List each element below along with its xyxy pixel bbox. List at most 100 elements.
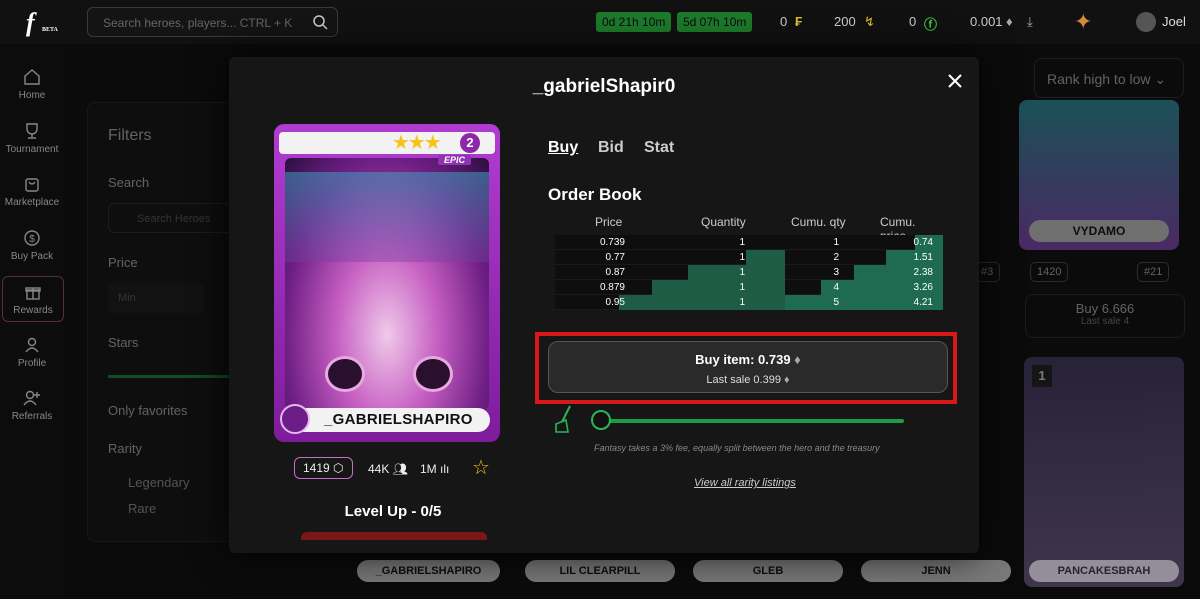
fan-token-icon: ⓕ [924, 17, 938, 32]
logo[interactable]: f BETA [26, 8, 58, 38]
views-value: 1M [420, 462, 437, 476]
min-price-input[interactable]: Min [108, 283, 204, 313]
tab-buy[interactable]: Buy [548, 139, 578, 157]
order-book-cell: 1 [739, 267, 745, 278]
column-header: Cumu. qty [791, 215, 846, 229]
favorites-label: Only favorites [108, 403, 188, 418]
sort-dropdown[interactable]: Rank high to low ⌄ [1034, 58, 1184, 98]
fragments-count: 0 [780, 14, 788, 29]
hero-last-sale: Last sale 4 [1080, 316, 1130, 327]
views-stat: 1M ılı [420, 462, 449, 476]
card-stats: 1419 ⬡ 44K 👥︎ 1M ılı ☆ [294, 457, 494, 481]
hero-buy-button[interactable]: Buy 6.666 Last sale 4 [1025, 294, 1185, 338]
level-up-label: Level Up - 0/5 [344, 503, 442, 520]
sort-label: Rank high to low [1047, 71, 1151, 87]
search-placeholder: Search heroes, players... CTRL + K [103, 16, 293, 30]
timer-badge: 0d 21h 10m [596, 12, 672, 32]
price-label: Price [108, 255, 138, 270]
portrait-eye [413, 356, 453, 392]
order-book-cell: 3.26 [913, 282, 933, 293]
depth-bar [619, 295, 785, 310]
rarity-option[interactable]: Legendary [128, 475, 189, 490]
gift-icon [25, 287, 41, 300]
favorite-star-icon[interactable]: ☆ [472, 457, 490, 479]
search-icon[interactable] [312, 14, 328, 30]
order-book-cell: 1 [739, 237, 745, 248]
buy-item-label: Buy item: 0.739 ♦ [549, 352, 947, 367]
avatar[interactable] [1136, 12, 1156, 32]
trophy-icon [26, 123, 38, 139]
home-icon [24, 69, 40, 85]
card-name: _GABRIELSHAPIRO [324, 411, 473, 428]
close-icon[interactable] [947, 73, 963, 89]
hero-buy-label: Buy 6.666 [1075, 301, 1135, 316]
stars-slider[interactable] [108, 375, 238, 378]
depth-bar [688, 265, 785, 280]
username[interactable]: Joel [1162, 14, 1186, 29]
hexagon-icon: ⬡ [333, 461, 344, 475]
order-book-cell: 1 [833, 237, 839, 248]
fragment-icon: ₣ [795, 14, 803, 29]
order-book-cell: 1 [739, 297, 745, 308]
fee-note: Fantasy takes a 3% fee, equally split be… [594, 443, 880, 453]
order-book-row: 0.739 1 1 0.74 [555, 235, 943, 250]
followers-stat: 44K 👥︎ [368, 462, 408, 476]
order-book-cell: 2 [833, 252, 839, 263]
hero-card-name: PANCAKESBRAH [1029, 560, 1179, 582]
column-header: Price [595, 215, 623, 229]
order-book-header: Price Quantity Cumu. qty Cumu. price [555, 209, 943, 243]
hero-score: 1420 [1030, 262, 1069, 282]
order-book-row: 0.95 1 5 4.21 [555, 295, 943, 310]
chevron-down-icon: ⌄ [1154, 71, 1167, 87]
sidebar-item-profile[interactable]: Profile [0, 336, 64, 369]
search-input[interactable]: Search heroes, players... CTRL + K [87, 7, 338, 37]
sidebar-item-referrals[interactable]: Referrals [0, 389, 64, 422]
order-book-cell: 0.739 [599, 237, 625, 248]
sweep-slider-handle[interactable] [591, 410, 611, 430]
order-book-cell: 0.74 [913, 237, 933, 248]
top-bar: f BETA Search heroes, players... CTRL + K… [0, 0, 1200, 44]
search-label: Search [108, 175, 150, 190]
bag-icon [25, 178, 39, 192]
score-value: 1419 [303, 461, 330, 475]
tab-stat[interactable]: Stat [644, 139, 674, 157]
order-book-row: 0.77 1 2 1.51 [555, 250, 943, 265]
coin-icon: $ [24, 230, 40, 246]
sidebar-item-label: Profile [17, 358, 47, 369]
level-up-button[interactable] [301, 532, 487, 540]
hero-card[interactable]: 1 [1024, 357, 1184, 587]
sidebar-item-buy-pack[interactable]: $ Buy Pack [0, 229, 64, 262]
spark-icon[interactable]: ✦ [1074, 9, 1092, 35]
sidebar-item-marketplace[interactable]: Marketplace [0, 175, 64, 208]
hero-card[interactable]: VYDAMO [1019, 100, 1179, 250]
hero-card-level: 1 [1032, 365, 1052, 387]
filters-title: Filters [108, 127, 152, 144]
sidebar-item-rewards[interactable]: Rewards [2, 276, 64, 322]
rarity-tag: EPIC [438, 155, 472, 165]
filter-search-input[interactable]: Search Heroes [108, 203, 236, 233]
broom-icon[interactable] [552, 404, 574, 434]
rarity-label: Rarity [108, 441, 142, 456]
sweep-slider-track[interactable] [594, 419, 904, 423]
hero-card-name: JENN [861, 560, 1011, 582]
tab-bid[interactable]: Bid [598, 139, 624, 157]
buy-item-button[interactable]: Buy item: 0.739 ♦ Last sale 0.399 ♦ [548, 341, 948, 393]
sidebar-item-label: Buy Pack [10, 251, 54, 262]
depth-bar [652, 280, 785, 295]
order-book-cell: 5 [833, 297, 839, 308]
hero-card: ★★★ 2 EPIC _GABRIELSHAPIRO [274, 124, 500, 442]
portrait-visor [285, 172, 489, 262]
download-icon[interactable]: ⤓ [1027, 14, 1033, 30]
view-all-listings-link[interactable]: View all rarity listings [694, 477, 796, 489]
bar-chart-icon: ılı [440, 462, 450, 476]
order-book-cell: 2.38 [913, 267, 933, 278]
sidebar-item-label: Home [18, 90, 46, 101]
order-book-row: 0.879 1 4 3.26 [555, 280, 943, 295]
depth-bar [746, 250, 785, 265]
order-book-row: 0.87 1 3 2.38 [555, 265, 943, 280]
hero-card-name: GLEB [693, 560, 843, 582]
rarity-option[interactable]: Rare [128, 501, 156, 516]
sidebar-item-tournament[interactable]: Tournament [0, 122, 64, 155]
timer-badge: 5d 07h 10m [677, 12, 753, 32]
sidebar-item-home[interactable]: Home [0, 68, 64, 101]
